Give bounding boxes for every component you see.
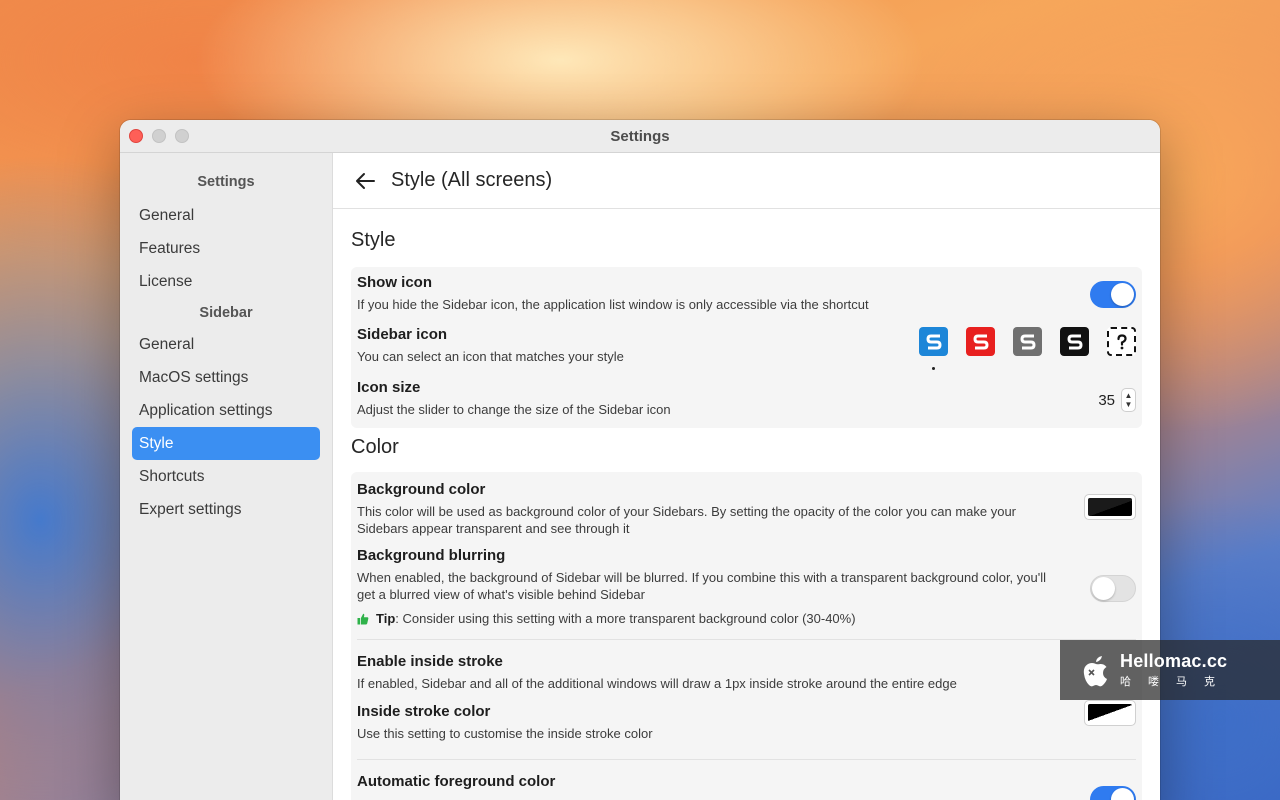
main-panel: Style (All screens) Style Show icon If y… xyxy=(333,153,1160,800)
inside-stroke-desc: If enabled, Sidebar and all of the addit… xyxy=(357,676,957,691)
background-color-desc: This color will be used as background co… xyxy=(357,504,1017,536)
swatch-color xyxy=(1088,498,1132,516)
sidebar-item-features[interactable]: Features xyxy=(120,232,320,265)
s-logo-icon xyxy=(925,334,942,349)
zoom-button[interactable] xyxy=(175,129,189,143)
inside-stroke-color-desc: Use this setting to customise the inside… xyxy=(357,726,653,741)
background-blurring-desc: When enabled, the background of Sidebar … xyxy=(357,570,1046,602)
title-bar: Settings xyxy=(120,120,1160,153)
icon-size-stepper[interactable]: 35 ▲ ▼ xyxy=(1098,388,1136,412)
back-arrow-icon[interactable] xyxy=(353,169,377,193)
s-logo-icon xyxy=(972,334,989,349)
toggle-knob xyxy=(1111,283,1134,306)
apple-logo-icon xyxy=(1083,656,1107,687)
show-icon-toggle[interactable] xyxy=(1090,281,1136,308)
sidebar: Settings General Features License Sideba… xyxy=(120,153,333,800)
inside-stroke-title: Enable inside stroke xyxy=(357,653,503,670)
swatch-color xyxy=(1088,704,1132,722)
toggle-knob xyxy=(1092,577,1115,600)
background-color-row: Background color This color will be used… xyxy=(357,480,1136,536)
style-group: Show icon If you hide the Sidebar icon, … xyxy=(351,267,1142,428)
sidebar-item-expert-settings[interactable]: Expert settings xyxy=(120,493,320,526)
show-icon-title: Show icon xyxy=(357,274,432,291)
sidebar-item-sidebar-general[interactable]: General xyxy=(120,328,320,361)
settings-window: Settings Settings General Features Licen… xyxy=(120,120,1160,800)
background-blurring-title: Background blurring xyxy=(357,547,506,564)
background-blurring-row: Background blurring When enabled, the ba… xyxy=(357,546,1136,626)
sidebar-header-settings: Settings xyxy=(197,174,255,190)
s-logo-icon xyxy=(1066,334,1083,349)
sidebar-icon-blue-option[interactable] xyxy=(919,327,948,370)
inside-stroke-color-title: Inside stroke color xyxy=(357,703,491,720)
inside-stroke-color-swatch[interactable] xyxy=(1084,700,1136,726)
section-title-style: Style xyxy=(351,229,396,251)
divider xyxy=(357,759,1136,760)
inside-stroke-row: Enable inside stroke If enabled, Sidebar… xyxy=(357,652,1136,696)
close-button[interactable] xyxy=(129,129,143,143)
background-blurring-toggle[interactable] xyxy=(1090,575,1136,602)
sidebar-icon-red-option[interactable] xyxy=(966,327,995,356)
sidebar-item-shortcuts[interactable]: Shortcuts xyxy=(120,460,320,493)
s-logo-icon xyxy=(1019,334,1036,349)
icon-size-title: Icon size xyxy=(357,379,421,396)
window-controls xyxy=(129,129,189,143)
main-header: Style (All screens) xyxy=(333,153,1160,209)
minimize-button[interactable] xyxy=(152,129,166,143)
sidebar-icon-row: Sidebar icon You can select an icon that… xyxy=(357,325,1136,378)
question-mark-icon xyxy=(1116,333,1127,349)
watermark-brand: Hellomac.cc xyxy=(1120,651,1228,671)
watermark: Hellomac.cc 哈喽马克 xyxy=(1060,640,1280,700)
sidebar-item-style[interactable]: Style xyxy=(132,427,320,460)
tip-label: Tip xyxy=(376,611,396,626)
sidebar-item-application-settings[interactable]: Application settings xyxy=(120,394,320,427)
background-color-swatch[interactable] xyxy=(1084,494,1136,520)
sidebar-icon-gray-option[interactable] xyxy=(1013,327,1042,356)
background-color-title: Background color xyxy=(357,481,486,498)
toggle-knob xyxy=(1111,788,1134,800)
sidebar-item-macos-settings[interactable]: MacOS settings xyxy=(120,361,320,394)
watermark-sub: 哈喽马克 xyxy=(1120,676,1232,688)
divider xyxy=(357,639,1136,640)
sidebar-icon-black-option[interactable] xyxy=(1060,327,1089,356)
sidebar-icon-options xyxy=(919,327,1136,370)
icon-size-row: Icon size Adjust the slider to change th… xyxy=(357,378,1136,422)
section-title-color: Color xyxy=(351,436,399,458)
color-group: Background color This color will be used… xyxy=(351,472,1142,800)
sidebar-header-sidebar: Sidebar xyxy=(199,305,253,321)
page-title: Style (All screens) xyxy=(391,169,553,191)
chevron-up-icon[interactable]: ▲ xyxy=(1125,391,1133,400)
inside-stroke-color-row: Inside stroke color Use this setting to … xyxy=(357,700,1136,746)
show-icon-desc: If you hide the Sidebar icon, the applic… xyxy=(357,297,869,312)
thumbs-up-icon xyxy=(357,613,369,624)
automatic-foreground-title: Automatic foreground color xyxy=(357,773,556,790)
icon-size-desc: Adjust the slider to change the size of … xyxy=(357,402,671,417)
icon-size-value: 35 xyxy=(1098,391,1115,409)
sidebar-icon-custom-option[interactable] xyxy=(1107,327,1136,356)
tip-line: Tip: Consider using this setting with a … xyxy=(357,611,1066,626)
show-icon-row: Show icon If you hide the Sidebar icon, … xyxy=(357,273,1136,319)
stepper-buttons[interactable]: ▲ ▼ xyxy=(1121,388,1136,412)
sidebar-item-general[interactable]: General xyxy=(120,199,320,232)
selected-indicator xyxy=(932,367,935,370)
automatic-foreground-toggle[interactable] xyxy=(1090,786,1136,800)
sidebar-item-license[interactable]: License xyxy=(120,265,320,298)
automatic-foreground-row: Automatic foreground color xyxy=(357,772,1136,800)
tip-text: : Consider using this setting with a mor… xyxy=(395,611,856,626)
window-title: Settings xyxy=(610,127,670,145)
chevron-down-icon[interactable]: ▼ xyxy=(1125,400,1133,409)
